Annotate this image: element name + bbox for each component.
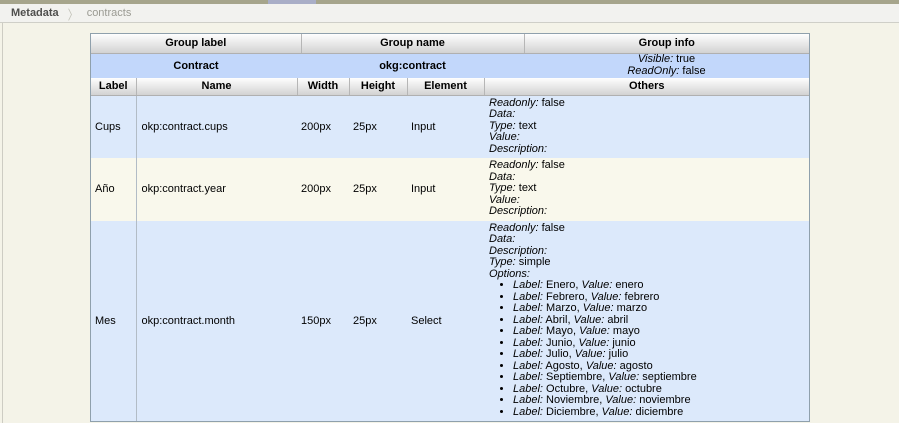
breadcrumb-item-contracts[interactable]: contracts	[87, 7, 132, 19]
field-element-cell: Select	[407, 221, 484, 422]
others-property: Data:	[489, 109, 805, 121]
others-property: Description:	[489, 144, 805, 156]
options-list: Label: Enero, Value: eneroLabel: Febrero…	[489, 280, 805, 418]
others-property: Type: text	[489, 183, 805, 195]
field-label-header: Label	[91, 78, 136, 95]
group-label-header: Group label	[91, 34, 301, 53]
field-row: Añookp:contract.year200px25pxInputReadon…	[91, 158, 809, 221]
breadcrumb-separator-icon: 〉	[68, 3, 78, 23]
field-row: Cupsokp:contract.cups200px25pxInputReado…	[91, 95, 809, 158]
field-height-cell: 25px	[349, 158, 407, 221]
field-label-cell: Cups	[91, 95, 136, 158]
field-row: Mesokp:contract.month150px25pxSelectRead…	[91, 221, 809, 422]
field-element-cell: Input	[407, 158, 484, 221]
field-width-cell: 200px	[297, 158, 349, 221]
others-property: Type: text	[489, 121, 805, 133]
option-item: Label: Diciembre, Value: diciembre	[513, 407, 805, 419]
field-others-cell: Readonly: falseData: Type: textValue: De…	[484, 95, 809, 158]
field-others-header: Others	[484, 78, 809, 95]
field-element-cell: Input	[407, 95, 484, 158]
metadata-panel: Group label Group name Group info Contra…	[90, 33, 810, 422]
field-label-cell: Mes	[91, 221, 136, 422]
group-info-cell: Visible: trueReadOnly: false	[524, 53, 809, 78]
option-item: Label: Septiembre, Value: septiembre	[513, 372, 805, 384]
content-area: Group label Group name Group info Contra…	[0, 23, 899, 423]
group-info-header: Group info	[524, 34, 809, 53]
others-property: Description:	[489, 206, 805, 218]
field-width-cell: 150px	[297, 221, 349, 422]
option-item: Label: Julio, Value: julio	[513, 349, 805, 361]
group-header-row: Group label Group name Group info	[91, 34, 809, 53]
breadcrumb-item-metadata[interactable]: Metadata	[11, 7, 59, 19]
others-property: Readonly: false	[489, 98, 805, 110]
option-item: Label: Mayo, Value: mayo	[513, 326, 805, 338]
fields-table: Label Name Width Height Element Others C…	[91, 78, 809, 421]
field-height-header: Height	[349, 78, 407, 95]
others-property: Readonly: false	[489, 223, 805, 235]
fields-table-body: Cupsokp:contract.cups200px25pxInputReado…	[91, 95, 809, 421]
option-item: Label: Enero, Value: enero	[513, 280, 805, 292]
group-row: Contract okg:contract Visible: trueReadO…	[91, 53, 809, 78]
field-height-cell: 25px	[349, 95, 407, 158]
option-item: Label: Noviembre, Value: noviembre	[513, 395, 805, 407]
field-width-header: Width	[297, 78, 349, 95]
field-width-cell: 200px	[297, 95, 349, 158]
breadcrumb: Metadata 〉 contracts	[0, 4, 899, 23]
field-name-cell: okp:contract.year	[136, 158, 297, 221]
others-property: Readonly: false	[489, 160, 805, 172]
field-element-header: Element	[407, 78, 484, 95]
field-height-cell: 25px	[349, 221, 407, 422]
group-table: Group label Group name Group info Contra…	[91, 34, 809, 78]
field-label-cell: Año	[91, 158, 136, 221]
field-others-cell: Readonly: falseData: Type: textValue: De…	[484, 158, 809, 221]
group-name-header: Group name	[301, 34, 524, 53]
option-item: Label: Marzo, Value: marzo	[513, 303, 805, 315]
field-name-cell: okp:contract.month	[136, 221, 297, 422]
others-property: Type: simple	[489, 257, 805, 269]
field-name-cell: okp:contract.cups	[136, 95, 297, 158]
field-name-header: Name	[136, 78, 297, 95]
field-others-cell: Readonly: falseData: Description: Type: …	[484, 221, 809, 422]
group-info-line: ReadOnly: false	[524, 66, 809, 78]
group-label-cell: Contract	[91, 53, 301, 78]
fields-header-row: Label Name Width Height Element Others	[91, 78, 809, 95]
group-name-cell: okg:contract	[301, 53, 524, 78]
